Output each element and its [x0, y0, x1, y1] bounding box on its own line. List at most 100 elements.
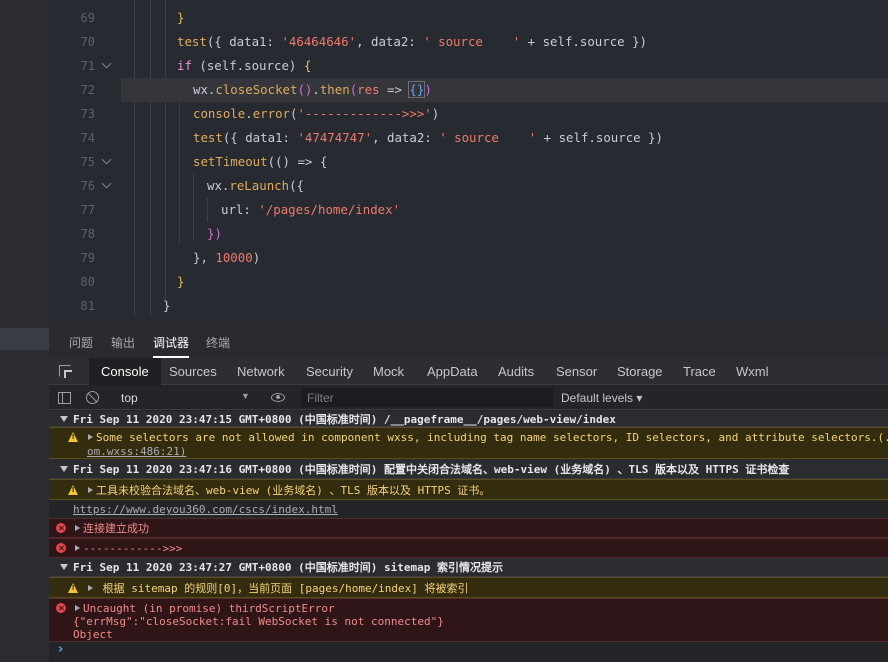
code-token: => — [379, 82, 410, 97]
error-object: Object — [73, 628, 113, 641]
tab-debugger[interactable]: 调试器 — [153, 334, 190, 358]
console-toolbar: top ▼ Default levels ▾ — [49, 386, 888, 410]
tab-terminal[interactable]: 终端 — [206, 334, 230, 351]
error-message[interactable]: Uncaught (in promise) thirdScriptError {… — [49, 598, 888, 642]
code-text: }, 10000) — [193, 246, 260, 270]
clear-console-icon[interactable] — [86, 391, 99, 404]
line-number: 70 — [80, 35, 95, 49]
live-expression-eye-icon[interactable] — [271, 393, 285, 402]
fold-chevron-icon[interactable] — [101, 178, 112, 189]
tab-security[interactable]: Security — [306, 364, 353, 379]
code-line[interactable]: 71 if (self.source) { — [49, 54, 888, 78]
code-token: ({ data1: — [222, 130, 298, 145]
group-title: Fri Sep 11 2020 23:47:27 GMT+0800 (中国标准时… — [73, 561, 504, 574]
code-token: } — [177, 274, 185, 289]
expand-arrow-icon[interactable] — [88, 585, 93, 591]
fold-chevron-icon[interactable] — [101, 154, 112, 165]
bottom-panel: 问题 输出 调试器 终端 Console Sources Network Sec… — [49, 324, 888, 662]
code-token: { — [303, 58, 312, 73]
warning-message[interactable]: Some selectors are not allowed in compon… — [49, 427, 888, 459]
log-message: https://www.deyou360.com/cscs/index.html — [49, 500, 888, 518]
error-text: 连接建立成功 — [83, 522, 149, 535]
tab-console[interactable]: Console — [89, 358, 161, 385]
code-token: 10000 — [215, 250, 253, 265]
group-title: Fri Sep 11 2020 23:47:16 GMT+0800 (中国标准时… — [73, 463, 790, 476]
line-number: 76 — [80, 179, 95, 193]
warning-message[interactable]: 工具未校验合法域名、web-view (业务域名) 、TLS 版本以及 HTTP… — [49, 479, 888, 500]
code-token: url: — [221, 202, 259, 217]
code-line[interactable]: 78}) — [49, 222, 888, 246]
tab-output[interactable]: 输出 — [111, 334, 135, 351]
tab-network[interactable]: Network — [237, 364, 285, 379]
code-line[interactable]: 73 console.error('------------->>>') — [49, 102, 888, 126]
expand-arrow-icon[interactable] — [75, 605, 80, 611]
code-token: '47474747' — [297, 130, 373, 145]
code-token: + self.source }) — [520, 34, 648, 49]
tab-problems[interactable]: 问题 — [69, 334, 93, 351]
collapse-arrow-icon[interactable] — [60, 564, 68, 570]
tab-sources[interactable]: Sources — [169, 364, 217, 379]
expand-arrow-icon[interactable] — [75, 525, 80, 531]
code-line[interactable]: 81} — [49, 294, 888, 318]
tab-sensor[interactable]: Sensor — [556, 364, 597, 379]
warning-icon — [68, 432, 78, 442]
left-activity-strip — [0, 0, 49, 662]
warning-message[interactable]: 根据 sitemap 的规则[0]，当前页面 [pages/home/index… — [49, 577, 888, 598]
code-token: + self.source }) — [536, 130, 664, 145]
code-token: setTimeout — [193, 154, 268, 169]
expand-arrow-icon[interactable] — [88, 434, 93, 440]
code-line[interactable]: 72 wx.closeSocket().then(res => {}) — [81, 78, 888, 102]
line-number: 75 — [80, 155, 95, 169]
code-token: console — [193, 106, 246, 121]
tab-audits[interactable]: Audits — [498, 364, 534, 379]
log-levels-dropdown[interactable]: Default levels ▾ — [561, 391, 642, 405]
devtools-tab-bar: Console Sources Network Security Mock Ap… — [49, 358, 888, 385]
code-line[interactable]: 77 url: '/pages/home/index' — [49, 198, 888, 222]
code-token: . — [245, 106, 253, 121]
code-line[interactable]: 70 test({ data1: '46464646', data2: ' sou… — [49, 30, 888, 54]
collapse-arrow-icon[interactable] — [60, 466, 68, 472]
code-token: test — [193, 130, 223, 145]
code-text: test({ data1: '47474747', data2: ' sourc… — [193, 126, 663, 150]
line-number: 80 — [80, 275, 95, 289]
code-line[interactable]: 69} — [49, 6, 888, 30]
tab-storage[interactable]: Storage — [617, 364, 663, 379]
code-line[interactable]: 79}, 10000) — [49, 246, 888, 270]
tab-mock[interactable]: Mock — [373, 364, 404, 379]
inspect-element-icon[interactable] — [59, 365, 71, 377]
code-token: ({ — [289, 178, 304, 193]
log-group-header[interactable]: Fri Sep 11 2020 23:47:16 GMT+0800 (中国标准时… — [49, 459, 888, 479]
context-value: top — [121, 391, 138, 405]
code-text: if (self.source) { — [177, 54, 311, 78]
code-line[interactable]: 75 setTimeout(() => { — [49, 150, 888, 174]
sidebar-toggle-icon[interactable] — [58, 392, 71, 404]
log-group-header[interactable]: Fri Sep 11 2020 23:47:15 GMT+0800 (中国标准时… — [49, 411, 888, 427]
code-line[interactable]: 76 wx.reLaunch({ — [49, 174, 888, 198]
code-token: then — [319, 82, 350, 97]
url-link[interactable]: https://www.deyou360.com/cscs/index.html — [73, 503, 338, 516]
tab-appdata[interactable]: AppData — [427, 364, 478, 379]
error-message[interactable]: ------------>>> — [49, 538, 888, 558]
fold-chevron-icon[interactable] — [101, 58, 112, 69]
code-token: wx. — [207, 178, 230, 193]
code-token: reLaunch — [229, 178, 290, 193]
code-line[interactable]: 80} — [49, 270, 888, 294]
context-selector[interactable]: top ▼ — [115, 390, 255, 406]
warning-icon — [68, 583, 78, 593]
expand-arrow-icon[interactable] — [75, 545, 80, 551]
expand-arrow-icon[interactable] — [88, 487, 93, 493]
error-message[interactable]: 连接建立成功 — [49, 518, 888, 538]
tab-trace[interactable]: Trace — [683, 364, 716, 379]
panel-tab-bar: 问题 输出 调试器 终端 — [49, 324, 888, 358]
code-editor[interactable]: 69} 70 test({ data1: '46464646', data2: ' … — [49, 0, 888, 324]
line-number: 78 — [80, 227, 95, 241]
filter-input[interactable] — [301, 388, 553, 407]
code-token: ) — [431, 106, 440, 121]
log-group-header[interactable]: Fri Sep 11 2020 23:47:27 GMT+0800 (中国标准时… — [49, 558, 888, 577]
code-token: res — [357, 82, 380, 97]
source-link[interactable]: om.wxss:486:21) — [87, 445, 186, 458]
code-line[interactable]: 74 test({ data1: '47474747', data2: ' sou… — [49, 126, 888, 150]
tab-wxml[interactable]: Wxml — [736, 364, 769, 379]
console-prompt-icon[interactable]: › — [58, 642, 63, 657]
collapse-arrow-icon[interactable] — [60, 416, 68, 422]
